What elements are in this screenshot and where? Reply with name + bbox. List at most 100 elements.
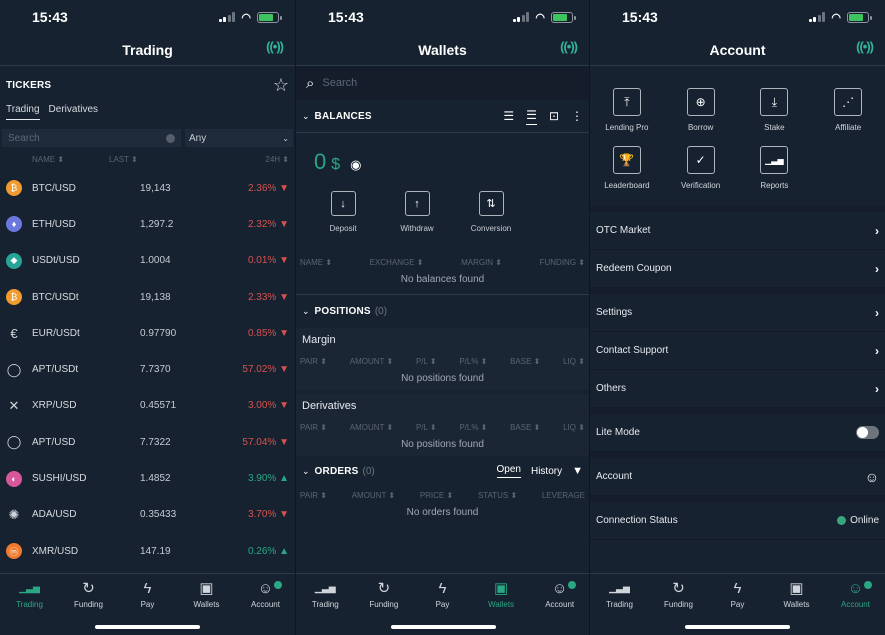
shortcut-lending-pro[interactable]: ⤒ Lending Pro [590,88,664,132]
action-withdraw[interactable]: ↑ Withdraw [392,191,442,233]
list-icon[interactable]: ☰ [526,108,537,125]
menu-item-otc-market[interactable]: OTC Market › [590,212,885,250]
bar-chart-icon: ▁▃▅ [760,146,789,174]
tab-wallets[interactable]: ▣ Wallets [767,580,826,609]
tab-trading[interactable]: ▁▃▅ Trading [590,580,649,609]
menu-item-others[interactable]: Others › [590,370,885,408]
column-header[interactable]: PRICE ⬍ [420,491,453,500]
wallet-search-input[interactable]: ⌕ Search [296,66,589,100]
menu-item-label: Redeem Coupon [596,263,672,274]
column-header[interactable]: P/L ⬍ [416,357,437,366]
tab-trading[interactable]: ▁▃▅ Trading [296,580,355,609]
tab-derivatives[interactable]: Derivatives [49,104,98,120]
tab-label: Account [251,599,280,609]
clock: 15:43 [622,9,658,25]
col-24h[interactable]: 24H ⬍ [229,155,289,164]
ticker-row[interactable]: ✕ XRP/USD 0.45571 3.00% ▼ [0,388,295,424]
shortcut-reports[interactable]: ▁▃▅ Reports [738,146,812,190]
column-header[interactable]: AMOUNT ⬍ [350,357,393,366]
column-header[interactable]: NAME ⬍ [300,258,332,267]
ticker-row[interactable]: ⓜ XMR/USD 147.19 0.26% ▲ [0,533,295,569]
tab-funding[interactable]: ↻ Funding [649,580,708,609]
column-header[interactable]: MARGIN ⬍ [461,258,502,267]
menu-item-contact-support[interactable]: Contact Support › [590,332,885,370]
more-vertical-icon[interactable]: ⋮ [571,109,583,123]
column-header[interactable]: EXCHANGE ⬍ [370,258,424,267]
tab-pay[interactable]: ϟ Pay [413,580,472,609]
tab-wallets[interactable]: ▣ Wallets [472,580,531,609]
derivatives-columns: PAIR ⬍ AMOUNT ⬍ P/L ⬍ P/L% ⬍ BASE ⬍ LIQ ⬍ [296,418,589,436]
tab-open-orders[interactable]: Open [496,464,521,478]
column-header[interactable]: BASE ⬍ [510,423,540,432]
action-deposit[interactable]: ↓ Deposit [318,191,368,233]
shortcut-verification[interactable]: ✓ Verification [664,146,738,190]
tab-pay[interactable]: ϟ Pay [708,580,767,609]
dense-list-icon[interactable]: ☰ [503,109,514,123]
tab-account[interactable]: ☺ Account [236,580,295,609]
balances-header[interactable]: ⌄ BALANCES ☰ ☰ ⊡ ⋮ [296,100,589,133]
column-header[interactable]: AMOUNT ⬍ [352,491,395,500]
broadcast-icon[interactable]: ((•)) [856,39,874,54]
column-header[interactable]: PAIR ⬍ [300,491,327,500]
tab-funding[interactable]: ↻ Funding [59,580,118,609]
column-header[interactable]: P/L ⬍ [416,423,437,432]
column-header[interactable]: LIQ ⬍ [563,423,585,432]
balances-columns: NAME ⬍ EXCHANGE ⬍ MARGIN ⬍ FUNDING ⬍ [296,253,589,271]
ticker-row[interactable]: ₿ BTC/USD 19,143 2.36% ▼ [0,170,295,206]
column-header[interactable]: LIQ ⬍ [563,357,585,366]
ticker-search-input[interactable]: Search [2,129,181,147]
tab-account[interactable]: ☺ Account [530,580,589,609]
positions-header[interactable]: ⌄ POSITIONS (0) [296,295,589,328]
ticker-row[interactable]: ♦ ETH/USD 1,297.2 2.32% ▼ [0,206,295,242]
tab-trading[interactable]: Trading [6,104,40,120]
shortcut-stake[interactable]: ⤓ Stake [738,88,812,132]
tab-funding[interactable]: ↻ Funding [355,580,414,609]
action-conversion[interactable]: ⇅ Conversion [466,191,516,233]
menu-item-label: Contact Support [596,345,669,356]
eye-icon[interactable]: ◉ [350,157,361,173]
ticker-change: 57.04% ▼ [242,436,289,448]
account-row[interactable]: Account ☺ [590,458,885,496]
column-header[interactable]: PAIR ⬍ [300,357,327,366]
ticker-row[interactable]: ◐ SUSHI/USD 1.4852 3.90% ▲ [0,460,295,496]
column-header[interactable]: AMOUNT ⬍ [350,423,393,432]
shortcut-affiliate[interactable]: ⋰ Affiliate [811,88,885,132]
shortcut-borrow[interactable]: ⊕ Borrow [664,88,738,132]
column-header[interactable]: FUNDING ⬍ [540,258,585,267]
ticker-row[interactable]: ◆ USDt/USD 1.0004 0.01% ▼ [0,243,295,279]
tab-trading[interactable]: ▁▃▅ Trading [0,580,59,609]
circle-arrow-down-icon: ⊕ [686,88,715,116]
ticker-row[interactable]: ₿ BTC/USDt 19,138 2.33% ▼ [0,279,295,315]
col-last[interactable]: LAST ⬍ [109,155,229,164]
tab-wallets[interactable]: ▣ Wallets [177,580,236,609]
tab-order-history[interactable]: History [531,466,562,477]
column-header[interactable]: P/L% ⬍ [459,357,487,366]
tab-account[interactable]: ☺ Account [826,580,885,609]
star-icon[interactable]: ☆ [273,75,289,96]
account-label: Account [596,471,633,482]
orders-header[interactable]: ⌄ ORDERS (0) Open History ▼ [296,456,589,486]
ticker-row[interactable]: ◯ APT/USDt 7.7370 57.02% ▼ [0,351,295,387]
menu-item-settings[interactable]: Settings › [590,294,885,332]
ticker-change: 57.02% ▼ [242,364,289,376]
shortcut-leaderboard[interactable]: 🏆 Leaderboard [590,146,664,190]
menu-item-redeem-coupon[interactable]: Redeem Coupon › [590,250,885,288]
column-header[interactable]: LEVERAGE [542,491,585,500]
column-header[interactable]: P/L% ⬍ [459,423,487,432]
column-header[interactable]: STATUS ⬍ [478,491,517,500]
lite-mode-toggle[interactable] [856,426,879,439]
ticker-row[interactable]: ◯ APT/USD 7.7322 57.04% ▼ [0,424,295,460]
broadcast-icon[interactable]: ((•)) [266,39,284,54]
ticker-row[interactable]: € EUR/USDt 0.97790 0.85% ▼ [0,315,295,351]
column-header[interactable]: PAIR ⬍ [300,423,327,432]
presentation-chart-icon[interactable]: ⊡ [549,109,559,123]
clear-icon[interactable] [166,133,175,143]
tab-pay[interactable]: ϟ Pay [118,580,177,609]
broadcast-icon[interactable]: ((•)) [560,39,578,54]
column-header[interactable]: BASE ⬍ [510,357,540,366]
col-name[interactable]: NAME ⬍ [32,155,109,164]
market-filter-select[interactable]: Any ⌄ [185,129,293,147]
filter-icon[interactable]: ▼ [572,465,583,477]
ticker-pair: USDt/USD [32,255,80,267]
ticker-row[interactable]: ✺ ADA/USD 0.35433 3.70% ▼ [0,497,295,533]
